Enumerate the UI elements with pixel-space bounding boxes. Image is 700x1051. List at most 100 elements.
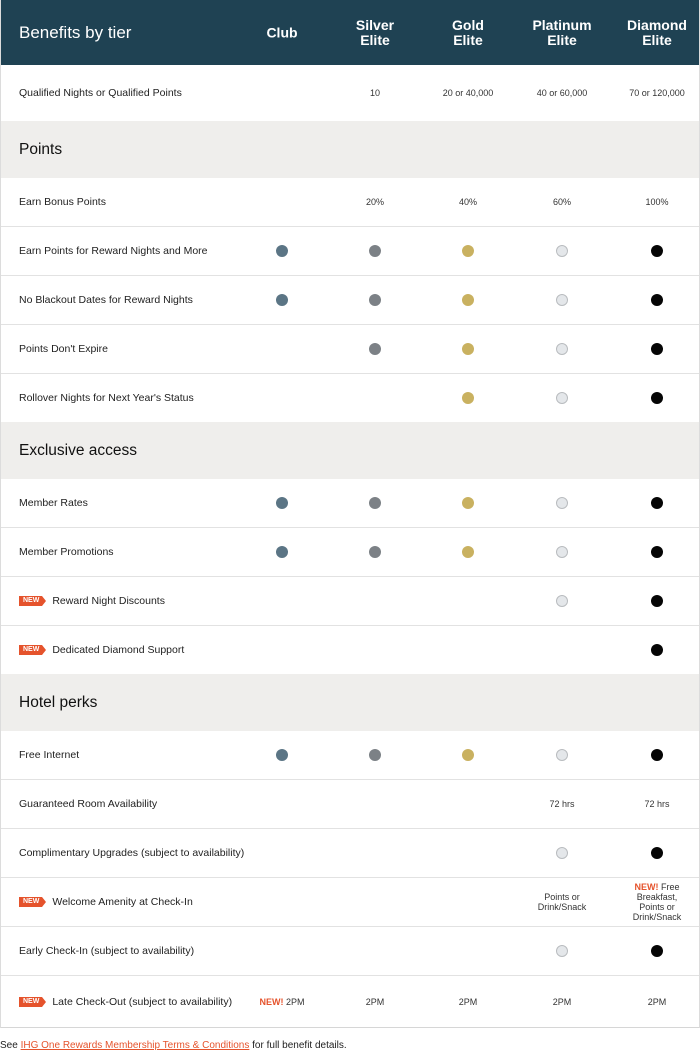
diamond-included-dot-icon: [651, 546, 663, 558]
cell-diamond: 72 hrs: [644, 799, 670, 809]
benefit-row: Rollover Nights for Next Year's Status: [1, 374, 699, 422]
new-badge: NEW: [19, 596, 47, 606]
club-included-dot-icon: [276, 294, 288, 306]
row-label-text: Dedicated Diamond Support: [52, 644, 185, 656]
cell-diamond: 2PM: [647, 996, 667, 1007]
diamond-included-dot-icon: [651, 945, 663, 957]
cell-text: 2PM: [283, 996, 305, 1007]
gold-included-dot-icon: [462, 392, 474, 404]
row-label-text: Member Rates: [19, 497, 88, 509]
new-badge: NEW: [19, 645, 47, 655]
row-label-text: Free Internet: [19, 749, 80, 761]
benefit-row: Earn Bonus Points 20% 40% 60% 100%: [1, 178, 699, 227]
row-label: NEW Late Check-Out (subject to availabili…: [19, 996, 232, 1008]
tier-header-silver: Silver Elite: [355, 16, 395, 48]
gold-included-dot-icon: [462, 294, 474, 306]
benefit-row: Guaranteed Room Availability 72 hrs 72 hrs: [1, 780, 699, 829]
cell-club: [235, 497, 329, 509]
row-label: Member Promotions: [19, 546, 114, 558]
benefit-row: Early Check-In (subject to availability): [1, 927, 699, 976]
benefit-row: Member Rates: [1, 479, 699, 528]
diamond-included-dot-icon: [651, 749, 663, 761]
cell-diamond: [610, 749, 700, 761]
row-label: Qualified Nights or Qualified Points: [19, 87, 182, 99]
row-label-text: Guaranteed Room Availability: [19, 798, 158, 810]
platinum-included-dot-icon: [556, 245, 568, 257]
cell-platinum: [514, 595, 610, 607]
row-label: NEW Dedicated Diamond Support: [19, 644, 184, 656]
footer-note: See IHG One Rewards Membership Terms & C…: [0, 1040, 347, 1051]
row-label: Free Internet: [19, 749, 79, 761]
cell-gold: [421, 294, 515, 306]
gold-included-dot-icon: [462, 546, 474, 558]
cell-silver: 20%: [365, 197, 384, 207]
table-header: Benefits by tier Club Silver Elite Gold El…: [1, 0, 699, 65]
platinum-included-dot-icon: [556, 497, 568, 509]
cell-silver: [328, 497, 422, 509]
cell-club: [235, 294, 329, 306]
cell-gold: [421, 392, 515, 404]
cell-diamond: 100%: [645, 197, 669, 207]
table-title: Benefits by tier: [19, 22, 132, 42]
platinum-included-dot-icon: [556, 546, 568, 558]
platinum-included-dot-icon: [556, 847, 568, 859]
row-label: No Blackout Dates for Reward Nights: [19, 294, 193, 306]
club-included-dot-icon: [276, 497, 288, 509]
benefit-row: No Blackout Dates for Reward Nights: [1, 276, 699, 325]
cell-gold: [421, 245, 515, 257]
gold-included-dot-icon: [462, 749, 474, 761]
cell-diamond: [610, 847, 700, 859]
cell-diamond: [610, 294, 700, 306]
cell-gold: 40%: [458, 197, 477, 207]
gold-included-dot-icon: [462, 245, 474, 257]
row-label: Rollover Nights for Next Year's Status: [19, 392, 194, 404]
new-badge: NEW: [19, 996, 47, 1007]
row-label-text: No Blackout Dates for Reward Nights: [19, 294, 193, 306]
row-label: Points Don't Expire: [19, 343, 108, 355]
cell-platinum: [514, 546, 610, 558]
platinum-included-dot-icon: [556, 595, 568, 607]
new-inline-label: NEW!: [634, 882, 659, 892]
cell-diamond: [610, 497, 700, 509]
row-label-text: Complimentary Upgrades (subject to avail…: [19, 847, 245, 859]
diamond-included-dot-icon: [651, 497, 663, 509]
silver-included-dot-icon: [369, 245, 381, 257]
benefit-row: Earn Points for Reward Nights and More: [1, 227, 699, 276]
cell-club: [235, 546, 329, 558]
diamond-included-dot-icon: [651, 847, 663, 859]
row-label-text: Rollover Nights for Next Year's Status: [19, 392, 194, 404]
row-label: NEW Welcome Amenity at Check-In: [19, 896, 193, 908]
benefit-row: Complimentary Upgrades (subject to avail…: [1, 829, 699, 878]
new-inline-label: NEW!: [259, 996, 284, 1007]
diamond-included-dot-icon: [651, 644, 663, 656]
cell-club: NEW! 2PM: [235, 997, 329, 1007]
cell-platinum: [514, 497, 610, 509]
tier-header-diamond: Diamond Elite: [627, 16, 687, 48]
section-header: Hotel perks: [1, 674, 699, 731]
cell-platinum: 40 or 60,000: [536, 88, 588, 98]
row-label: Complimentary Upgrades (subject to avail…: [19, 847, 244, 859]
cell-diamond: [610, 644, 700, 656]
benefit-row: NEW Welcome Amenity at Check-In Points or …: [1, 878, 699, 927]
row-label: Earn Points for Reward Nights and More: [19, 245, 208, 257]
row-label-text: Welcome Amenity at Check-In: [52, 896, 193, 908]
cell-diamond: 70 or 120,000: [629, 88, 685, 98]
club-included-dot-icon: [276, 245, 288, 257]
cell-silver: [328, 546, 422, 558]
cell-diamond: [610, 595, 700, 607]
silver-included-dot-icon: [369, 343, 381, 355]
cell-gold: [421, 546, 515, 558]
terms-link[interactable]: IHG One Rewards Membership Terms & Condi…: [21, 1040, 250, 1051]
cell-platinum: 2PM: [552, 996, 572, 1007]
silver-included-dot-icon: [369, 546, 381, 558]
cell-diamond: [610, 343, 700, 355]
row-label: Early Check-In (subject to availability): [19, 945, 194, 957]
row-label: Earn Bonus Points: [19, 196, 106, 208]
section-header: Exclusive access: [1, 422, 699, 479]
row-label-text: Points Don't Expire: [19, 343, 108, 355]
cell-diamond: [610, 392, 700, 404]
cell-platinum: [514, 245, 610, 257]
cell-diamond: NEW! Free Breakfast, Points or Drink/Sna…: [610, 882, 700, 922]
platinum-included-dot-icon: [556, 392, 568, 404]
diamond-included-dot-icon: [651, 392, 663, 404]
